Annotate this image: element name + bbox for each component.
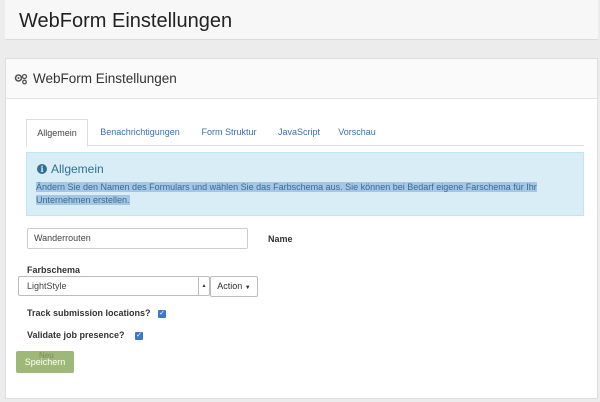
tab-vorschau[interactable]: Vorschau — [332, 119, 382, 146]
action-dropdown-button[interactable]: Action ▼ — [210, 276, 258, 297]
select-arrow-icon: ▴ — [198, 277, 209, 295]
name-input[interactable]: Wanderrouten — [27, 228, 248, 249]
alert-text-line2: Unternehmen erstellen. — [36, 195, 130, 205]
alert-text-line1: Ändern Sie den Namen des Formulars und w… — [36, 182, 537, 192]
save-overlay-text: Neu — [39, 351, 54, 360]
settings-panel: WebForm Einstellungen Allgemein Benachri… — [5, 58, 598, 399]
panel-heading: WebForm Einstellungen — [6, 59, 597, 99]
panel-title: WebForm Einstellungen — [33, 71, 177, 86]
caret-down-icon: ▼ — [244, 285, 251, 291]
alert-text: Ändern Sie den Namen des Formulars und w… — [36, 181, 556, 207]
name-label: Name — [268, 234, 293, 244]
validate-checkbox[interactable]: ✓ — [135, 332, 143, 340]
page-header: WebForm Einstellungen — [5, 0, 598, 40]
info-icon: i — [37, 164, 47, 174]
gears-icon — [14, 73, 28, 85]
tab-form-struktur[interactable]: Form Struktur — [194, 119, 264, 146]
validate-label: Validate job presence? — [27, 330, 125, 340]
farbschema-select[interactable]: LightStyle ▴ — [18, 276, 210, 296]
track-label: Track submission locations? — [27, 308, 151, 318]
track-checkbox[interactable]: ✓ — [158, 310, 166, 318]
info-alert: i Allgemein Ändern Sie den Namen des For… — [26, 152, 584, 216]
page-title: WebForm Einstellungen — [19, 10, 233, 32]
tab-bar: Allgemein Benachrichtigungen Form Strukt… — [26, 119, 584, 147]
alert-title: Allgemein — [51, 162, 104, 176]
action-button-label: Action — [217, 281, 243, 291]
farbschema-selected-value: LightStyle — [27, 281, 67, 291]
tab-benachrichtigungen[interactable]: Benachrichtigungen — [92, 119, 188, 146]
tab-allgemein[interactable]: Allgemein — [26, 119, 88, 147]
tab-javascript[interactable]: JavaScript — [271, 119, 327, 146]
farbschema-label: Farbschema — [27, 265, 81, 275]
